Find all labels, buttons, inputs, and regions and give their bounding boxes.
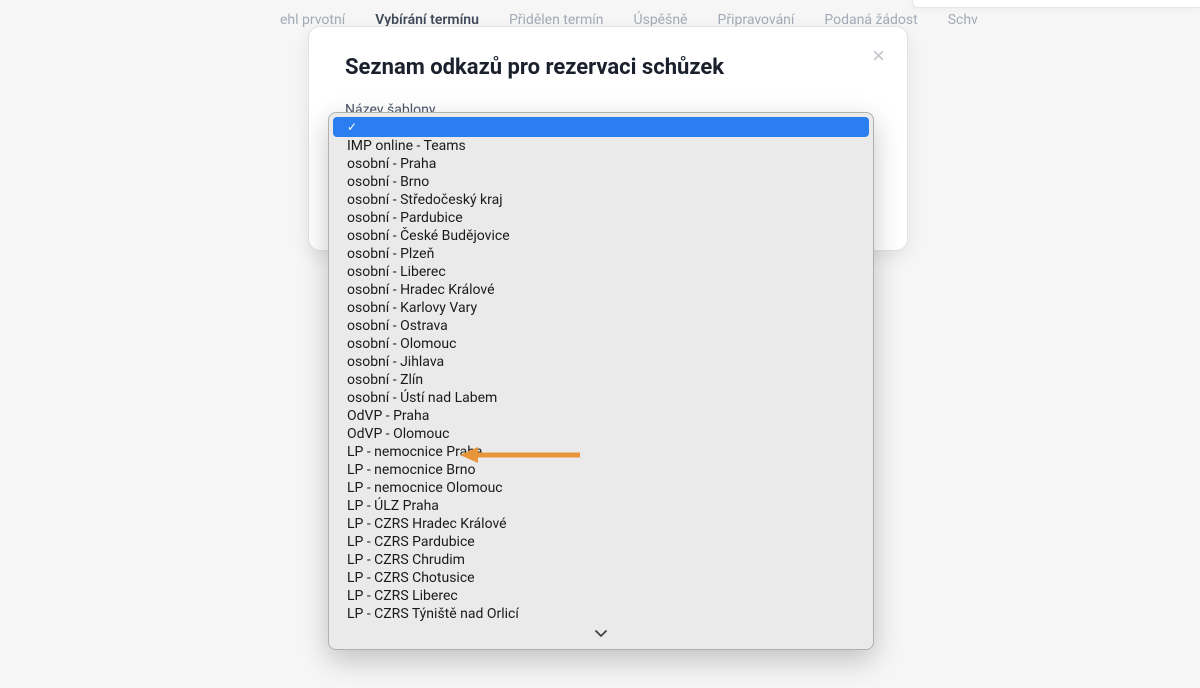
dropdown-item[interactable]: LP - nemocnice Praha (333, 443, 869, 461)
dropdown-item[interactable]: osobní - Zlín (333, 371, 869, 389)
dropdown-item[interactable]: LP - nemocnice Olomouc (333, 479, 869, 497)
dropdown-item[interactable]: OdVP - Olomouc (333, 425, 869, 443)
dropdown-item[interactable]: LP - CZRS Pardubice (333, 533, 869, 551)
modal-title: Seznam odkazů pro rezervaci schůzek (345, 55, 871, 80)
dropdown-item[interactable]: osobní - České Budějovice (333, 227, 869, 245)
dropdown-item[interactable]: osobní - Jihlava (333, 353, 869, 371)
dropdown-item[interactable]: osobní - Karlovy Vary (333, 299, 869, 317)
dropdown-item[interactable]: osobní - Hradec Králové (333, 281, 869, 299)
dropdown-item[interactable]: osobní - Olomouc (333, 335, 869, 353)
dropdown-item[interactable]: osobní - Brno (333, 173, 869, 191)
dropdown-item[interactable]: osobní - Ostrava (333, 317, 869, 335)
dropdown-item[interactable]: osobní - Liberec (333, 263, 869, 281)
close-button[interactable]: × (872, 45, 885, 67)
dropdown-item[interactable]: LP - CZRS Týniště nad Orlicí (333, 605, 869, 623)
dropdown-item[interactable]: OdVP - Praha (333, 407, 869, 425)
dropdown-item[interactable]: LP - CZRS Hradec Králové (333, 515, 869, 533)
dropdown-item[interactable]: LP - CZRS Chotusice (333, 569, 869, 587)
dropdown-item[interactable]: LP - CZRS Chrudim (333, 551, 869, 569)
dropdown-item[interactable]: osobní - Praha (333, 155, 869, 173)
template-dropdown-list[interactable]: ✓ IMP online - Teams osobní - Praha osob… (328, 112, 874, 650)
dropdown-item[interactable]: IMP online - Teams (333, 137, 869, 155)
dropdown-item[interactable]: osobní - Středočeský kraj (333, 191, 869, 209)
dropdown-item[interactable]: LP - ÚLZ Praha (333, 497, 869, 515)
dropdown-item[interactable]: LP - CZRS Liberec (333, 587, 869, 605)
chevron-down-icon[interactable] (329, 627, 873, 645)
dropdown-item[interactable]: osobní - Ústí nad Labem (333, 389, 869, 407)
checkmark-icon: ✓ (347, 119, 357, 135)
dropdown-item[interactable]: osobní - Plzeň (333, 245, 869, 263)
dropdown-item[interactable]: osobní - Pardubice (333, 209, 869, 227)
dropdown-item-selected-empty[interactable]: ✓ (333, 117, 869, 137)
dropdown-item[interactable]: LP - nemocnice Brno (333, 461, 869, 479)
